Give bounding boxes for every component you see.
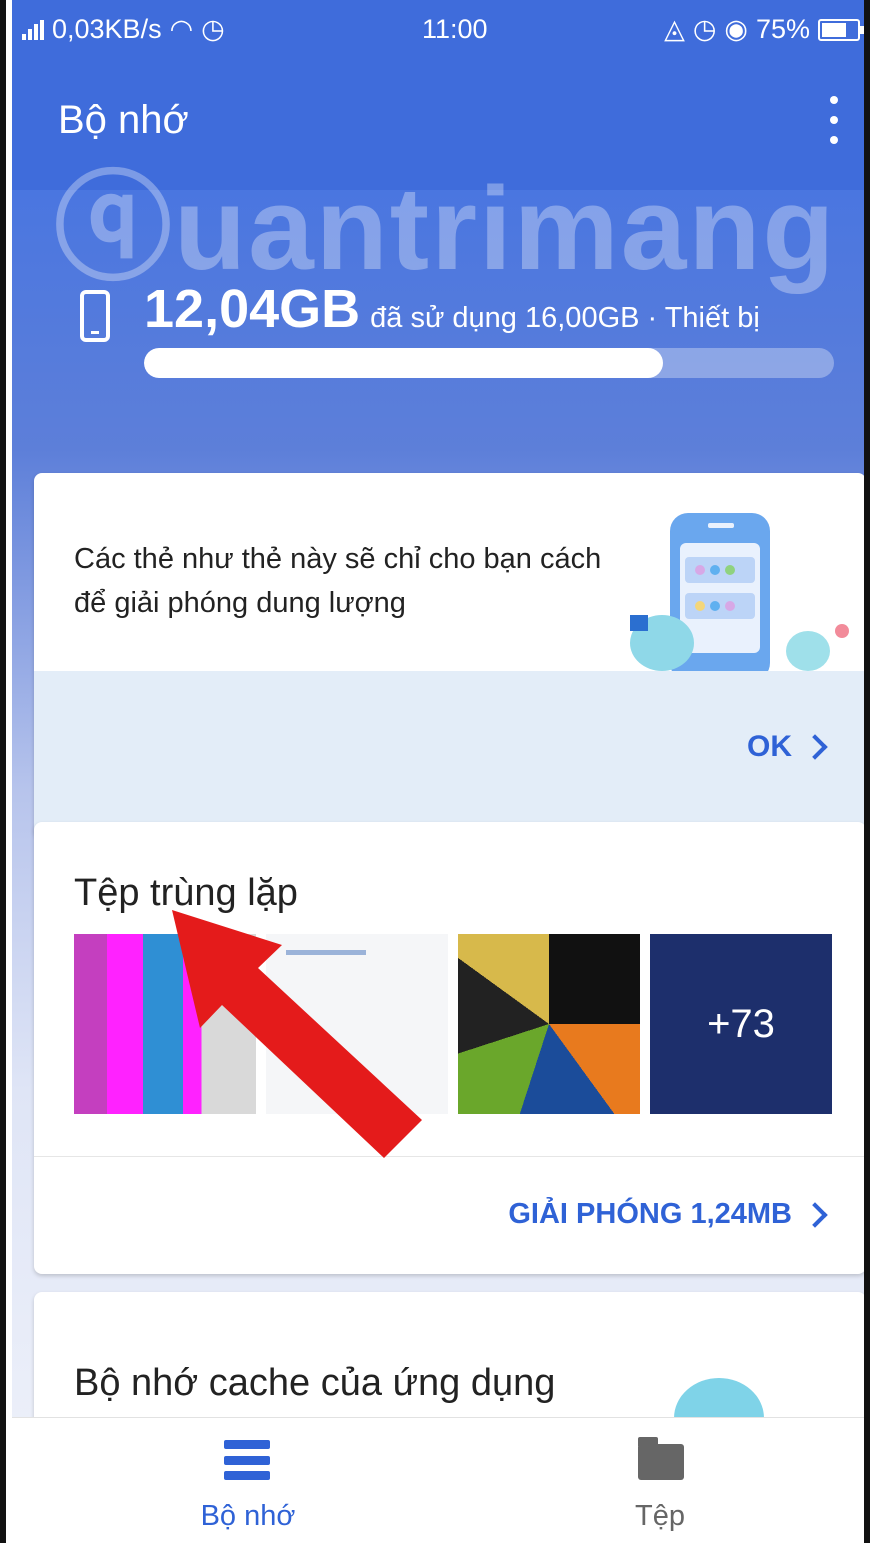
- more-duplicates-tile[interactable]: +73: [650, 934, 832, 1114]
- battery-icon: [818, 18, 864, 41]
- eye-icon: ◉: [724, 14, 748, 44]
- free-up-button[interactable]: GIẢI PHÓNG 1,24MB: [508, 1198, 828, 1231]
- nav-label-storage: Bộ nhớ: [200, 1500, 296, 1532]
- phone-icon: [80, 290, 110, 342]
- tip-card-footer: [34, 671, 864, 837]
- status-right: ◬ ◷ ◉ 75%: [664, 14, 864, 45]
- folder-icon: [638, 1437, 684, 1480]
- alarm-icon: ◷: [692, 14, 717, 44]
- storage-detail: đã sử dụng 16,00GB · Thiết bị: [370, 302, 760, 334]
- app-screen: 0,03KB/s ◠ ◷ 11:00 ◬ ◷ ◉ 75% Bộ nhớ ⓠuan…: [12, 0, 864, 1543]
- notification-icon: ◬: [664, 14, 685, 44]
- network-speed: 0,03KB/s: [52, 14, 162, 44]
- duplicate-files-title: Tệp trùng lặp: [74, 872, 298, 914]
- app-cache-title: Bộ nhớ cache của ứng dụng: [74, 1362, 556, 1404]
- signal-icon: [22, 19, 44, 40]
- duplicate-files-card[interactable]: Tệp trùng lặp +73 GIẢI PHÓNG 1,24MB: [34, 822, 864, 1274]
- status-left: 0,03KB/s ◠ ◷: [22, 14, 225, 45]
- divider: [34, 1156, 864, 1157]
- ok-label: OK: [747, 730, 792, 763]
- nav-item-files[interactable]: Tệp: [560, 1418, 760, 1543]
- watermark-bulb-icon: ⓠ: [54, 163, 175, 295]
- battery-percent: 75%: [755, 14, 810, 44]
- duplicate-thumbnail[interactable]: [458, 934, 640, 1114]
- storage-summary: 12,04GB đã sử dụng 16,00GB · Thiết bị: [144, 278, 760, 340]
- free-up-label: GIẢI PHÓNG 1,24MB: [508, 1198, 792, 1230]
- chevron-right-icon: [802, 734, 828, 760]
- sync-icon: ◷: [201, 14, 225, 44]
- storage-icon: [224, 1440, 270, 1480]
- storage-progress-bar: [144, 348, 834, 378]
- status-time: 11:00: [422, 14, 488, 44]
- tip-card: Các thẻ như thẻ này sẽ chỉ cho bạn cách …: [34, 473, 864, 837]
- storage-used: 12,04GB: [144, 279, 361, 339]
- watermark-text: uantrimang: [174, 163, 837, 295]
- device-frame: 0,03KB/s ◠ ◷ 11:00 ◬ ◷ ◉ 75% Bộ nhớ ⓠuan…: [0, 0, 870, 1543]
- chevron-right-icon: [802, 1201, 828, 1228]
- storage-progress-fill: [144, 348, 663, 378]
- nav-label-files: Tệp: [635, 1500, 685, 1532]
- more-count: +73: [707, 1001, 775, 1046]
- bottom-navigation: Bộ nhớ Tệp: [12, 1417, 864, 1543]
- annotation-arrow-icon: [172, 910, 422, 1158]
- wifi-icon: ◠: [169, 14, 194, 44]
- tip-text: Các thẻ như thẻ này sẽ chỉ cho bạn cách …: [74, 543, 602, 619]
- nav-item-storage[interactable]: Bộ nhớ: [148, 1418, 348, 1543]
- ok-button[interactable]: OK: [747, 730, 828, 764]
- status-bar: 0,03KB/s ◠ ◷ 11:00 ◬ ◷ ◉ 75%: [12, 0, 864, 58]
